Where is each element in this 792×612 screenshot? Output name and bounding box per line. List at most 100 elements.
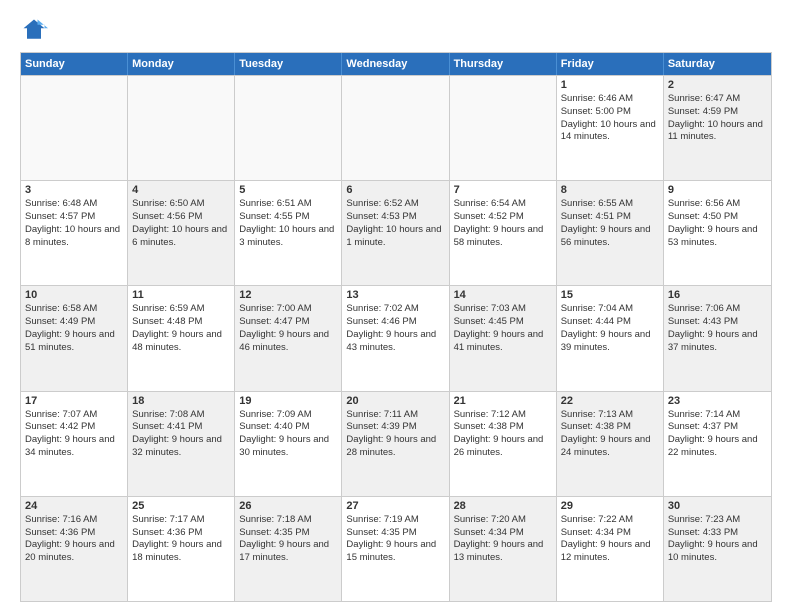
cal-cell-4-6: 30 Sunrise: 7:23 AM Sunset: 4:33 PM Dayli… xyxy=(664,497,771,601)
cal-cell-1-0: 3 Sunrise: 6:48 AM Sunset: 4:57 PM Daylig… xyxy=(21,181,128,285)
day-info: Sunrise: 7:07 AM Sunset: 4:42 PM Dayligh… xyxy=(25,409,123,460)
cal-cell-3-0: 17 Sunrise: 7:07 AM Sunset: 4:42 PM Dayli… xyxy=(21,392,128,496)
day-info: Sunrise: 6:52 AM Sunset: 4:53 PM Dayligh… xyxy=(346,198,444,249)
day-number: 28 xyxy=(454,500,552,512)
cal-cell-1-4: 7 Sunrise: 6:54 AM Sunset: 4:52 PM Daylig… xyxy=(450,181,557,285)
cal-cell-2-1: 11 Sunrise: 6:59 AM Sunset: 4:48 PM Dayli… xyxy=(128,286,235,390)
cal-cell-1-3: 6 Sunrise: 6:52 AM Sunset: 4:53 PM Daylig… xyxy=(342,181,449,285)
day-info: Sunrise: 7:04 AM Sunset: 4:44 PM Dayligh… xyxy=(561,303,659,354)
cal-row-2: 10 Sunrise: 6:58 AM Sunset: 4:49 PM Dayli… xyxy=(21,285,771,390)
day-info: Sunrise: 6:56 AM Sunset: 4:50 PM Dayligh… xyxy=(668,198,767,249)
day-number: 23 xyxy=(668,395,767,407)
cal-cell-4-2: 26Sunrise: 7:18 AM Sunset: 4:35 PM Dayli… xyxy=(235,497,342,601)
day-info: Sunrise: 7:09 AM Sunset: 4:40 PM Dayligh… xyxy=(239,409,337,460)
cal-cell-4-1: 25 Sunrise: 7:17 AM Sunset: 4:36 PM Dayli… xyxy=(128,497,235,601)
day-number: 11 xyxy=(132,289,230,301)
day-number: 5 xyxy=(239,184,337,196)
calendar-header-row: SundayMondayTuesdayWednesdayThursdayFrid… xyxy=(21,53,771,75)
cal-cell-4-3: 27 Sunrise: 7:19 AM Sunset: 4:35 PM Dayli… xyxy=(342,497,449,601)
logo-icon xyxy=(20,16,48,44)
day-number: 17 xyxy=(25,395,123,407)
cal-cell-0-1 xyxy=(128,76,235,180)
day-info: Sunrise: 7:12 AM Sunset: 4:38 PM Dayligh… xyxy=(454,409,552,460)
cal-header-friday: Friday xyxy=(557,53,664,75)
day-number: 19 xyxy=(239,395,337,407)
day-number: 4 xyxy=(132,184,230,196)
day-number: 20 xyxy=(346,395,444,407)
day-info: Sunrise: 6:47 AM Sunset: 4:59 PM Dayligh… xyxy=(668,93,767,144)
day-number: 24 xyxy=(25,500,123,512)
day-number: 30 xyxy=(668,500,767,512)
calendar-body: 1Sunrise: 6:46 AM Sunset: 5:00 PM Daylig… xyxy=(21,75,771,601)
day-info: Sunrise: 6:51 AM Sunset: 4:55 PM Dayligh… xyxy=(239,198,337,249)
cal-header-thursday: Thursday xyxy=(450,53,557,75)
day-number: 27 xyxy=(346,500,444,512)
cal-cell-3-3: 20 Sunrise: 7:11 AM Sunset: 4:39 PM Dayli… xyxy=(342,392,449,496)
cal-header-wednesday: Wednesday xyxy=(342,53,449,75)
day-info: Sunrise: 7:11 AM Sunset: 4:39 PM Dayligh… xyxy=(346,409,444,460)
day-info: Sunrise: 7:16 AM Sunset: 4:36 PM Dayligh… xyxy=(25,514,123,565)
day-number: 14 xyxy=(454,289,552,301)
cal-cell-3-1: 18 Sunrise: 7:08 AM Sunset: 4:41 PM Dayli… xyxy=(128,392,235,496)
day-number: 12 xyxy=(239,289,337,301)
calendar: SundayMondayTuesdayWednesdayThursdayFrid… xyxy=(20,52,772,602)
day-info: Sunrise: 7:18 AM Sunset: 4:35 PM Dayligh… xyxy=(239,514,337,565)
cal-cell-2-6: 16 Sunrise: 7:06 AM Sunset: 4:43 PM Dayli… xyxy=(664,286,771,390)
cal-row-4: 24 Sunrise: 7:16 AM Sunset: 4:36 PM Dayli… xyxy=(21,496,771,601)
cal-cell-2-2: 12 Sunrise: 7:00 AM Sunset: 4:47 PM Dayli… xyxy=(235,286,342,390)
header xyxy=(20,16,772,44)
cal-cell-0-6: 2 Sunrise: 6:47 AM Sunset: 4:59 PM Daylig… xyxy=(664,76,771,180)
day-info: Sunrise: 6:59 AM Sunset: 4:48 PM Dayligh… xyxy=(132,303,230,354)
day-info: Sunrise: 7:02 AM Sunset: 4:46 PM Dayligh… xyxy=(346,303,444,354)
day-info: Sunrise: 6:50 AM Sunset: 4:56 PM Dayligh… xyxy=(132,198,230,249)
cal-cell-0-5: 1Sunrise: 6:46 AM Sunset: 5:00 PM Daylig… xyxy=(557,76,664,180)
cal-cell-1-5: 8 Sunrise: 6:55 AM Sunset: 4:51 PM Daylig… xyxy=(557,181,664,285)
cal-cell-4-5: 29Sunrise: 7:22 AM Sunset: 4:34 PM Dayli… xyxy=(557,497,664,601)
day-info: Sunrise: 7:14 AM Sunset: 4:37 PM Dayligh… xyxy=(668,409,767,460)
day-number: 18 xyxy=(132,395,230,407)
day-info: Sunrise: 7:00 AM Sunset: 4:47 PM Dayligh… xyxy=(239,303,337,354)
day-info: Sunrise: 7:03 AM Sunset: 4:45 PM Dayligh… xyxy=(454,303,552,354)
cal-cell-2-4: 14 Sunrise: 7:03 AM Sunset: 4:45 PM Dayli… xyxy=(450,286,557,390)
cal-row-3: 17 Sunrise: 7:07 AM Sunset: 4:42 PM Dayli… xyxy=(21,391,771,496)
cal-row-0: 1Sunrise: 6:46 AM Sunset: 5:00 PM Daylig… xyxy=(21,75,771,180)
day-info: Sunrise: 7:23 AM Sunset: 4:33 PM Dayligh… xyxy=(668,514,767,565)
day-info: Sunrise: 6:58 AM Sunset: 4:49 PM Dayligh… xyxy=(25,303,123,354)
cal-cell-4-0: 24 Sunrise: 7:16 AM Sunset: 4:36 PM Dayli… xyxy=(21,497,128,601)
day-number: 10 xyxy=(25,289,123,301)
day-info: Sunrise: 7:08 AM Sunset: 4:41 PM Dayligh… xyxy=(132,409,230,460)
day-info: Sunrise: 6:48 AM Sunset: 4:57 PM Dayligh… xyxy=(25,198,123,249)
cal-cell-2-3: 13 Sunrise: 7:02 AM Sunset: 4:46 PM Dayli… xyxy=(342,286,449,390)
page: SundayMondayTuesdayWednesdayThursdayFrid… xyxy=(0,0,792,612)
day-number: 16 xyxy=(668,289,767,301)
cal-cell-0-2 xyxy=(235,76,342,180)
cal-cell-2-0: 10 Sunrise: 6:58 AM Sunset: 4:49 PM Dayli… xyxy=(21,286,128,390)
day-info: Sunrise: 7:19 AM Sunset: 4:35 PM Dayligh… xyxy=(346,514,444,565)
cal-cell-0-4 xyxy=(450,76,557,180)
day-number: 6 xyxy=(346,184,444,196)
day-info: Sunrise: 7:17 AM Sunset: 4:36 PM Dayligh… xyxy=(132,514,230,565)
day-info: Sunrise: 6:46 AM Sunset: 5:00 PM Dayligh… xyxy=(561,93,659,144)
day-number: 21 xyxy=(454,395,552,407)
cal-cell-0-3 xyxy=(342,76,449,180)
cal-cell-3-5: 22Sunrise: 7:13 AM Sunset: 4:38 PM Dayli… xyxy=(557,392,664,496)
day-info: Sunrise: 6:55 AM Sunset: 4:51 PM Dayligh… xyxy=(561,198,659,249)
cal-header-monday: Monday xyxy=(128,53,235,75)
day-number: 2 xyxy=(668,79,767,91)
day-number: 3 xyxy=(25,184,123,196)
day-info: Sunrise: 7:06 AM Sunset: 4:43 PM Dayligh… xyxy=(668,303,767,354)
day-number: 25 xyxy=(132,500,230,512)
day-info: Sunrise: 7:22 AM Sunset: 4:34 PM Dayligh… xyxy=(561,514,659,565)
cal-cell-1-2: 5 Sunrise: 6:51 AM Sunset: 4:55 PM Daylig… xyxy=(235,181,342,285)
day-info: Sunrise: 6:54 AM Sunset: 4:52 PM Dayligh… xyxy=(454,198,552,249)
day-number: 13 xyxy=(346,289,444,301)
day-info: Sunrise: 7:13 AM Sunset: 4:38 PM Dayligh… xyxy=(561,409,659,460)
cal-cell-1-6: 9Sunrise: 6:56 AM Sunset: 4:50 PM Daylig… xyxy=(664,181,771,285)
day-number: 7 xyxy=(454,184,552,196)
cal-cell-3-6: 23 Sunrise: 7:14 AM Sunset: 4:37 PM Dayli… xyxy=(664,392,771,496)
cal-header-tuesday: Tuesday xyxy=(235,53,342,75)
cal-cell-1-1: 4 Sunrise: 6:50 AM Sunset: 4:56 PM Daylig… xyxy=(128,181,235,285)
cal-cell-0-0 xyxy=(21,76,128,180)
cal-header-saturday: Saturday xyxy=(664,53,771,75)
day-number: 8 xyxy=(561,184,659,196)
